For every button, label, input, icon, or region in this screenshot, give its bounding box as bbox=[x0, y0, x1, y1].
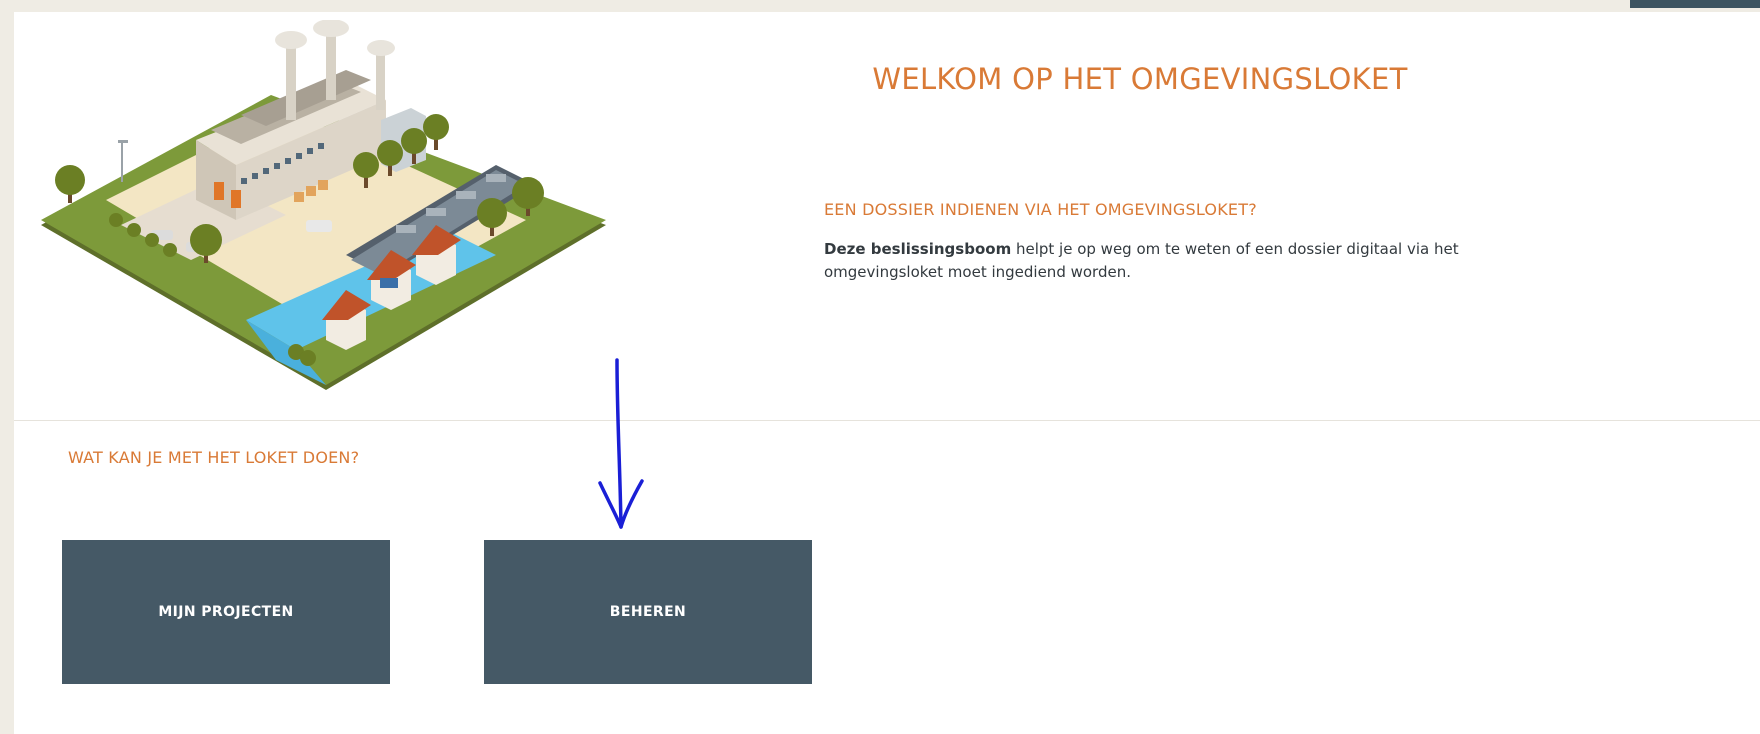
my-projects-label: MIJN PROJECTEN bbox=[158, 604, 294, 620]
manage-label: BEHEREN bbox=[609, 604, 687, 620]
intro-paragraph: Deze beslissingsboom helpt je op weg om … bbox=[824, 238, 1524, 284]
decision-tree-link[interactable]: Deze beslissingsboom bbox=[824, 240, 1011, 258]
dossier-heading: EEN DOSSIER INDIENEN VIA HET OMGEVINGSLO… bbox=[824, 200, 1257, 219]
hand-drawn-arrow-down-icon bbox=[598, 358, 644, 529]
topbar-account-button[interactable] bbox=[1630, 0, 1760, 8]
manage-tile[interactable]: BEHEREN bbox=[484, 540, 812, 684]
section-divider bbox=[14, 420, 1760, 421]
page-title: WELKOM OP HET OMGEVINGSLOKET bbox=[872, 62, 1408, 96]
actions-heading: WAT KAN JE MET HET LOKET DOEN? bbox=[68, 448, 360, 467]
my-projects-tile[interactable]: MIJN PROJECTEN bbox=[62, 540, 390, 684]
